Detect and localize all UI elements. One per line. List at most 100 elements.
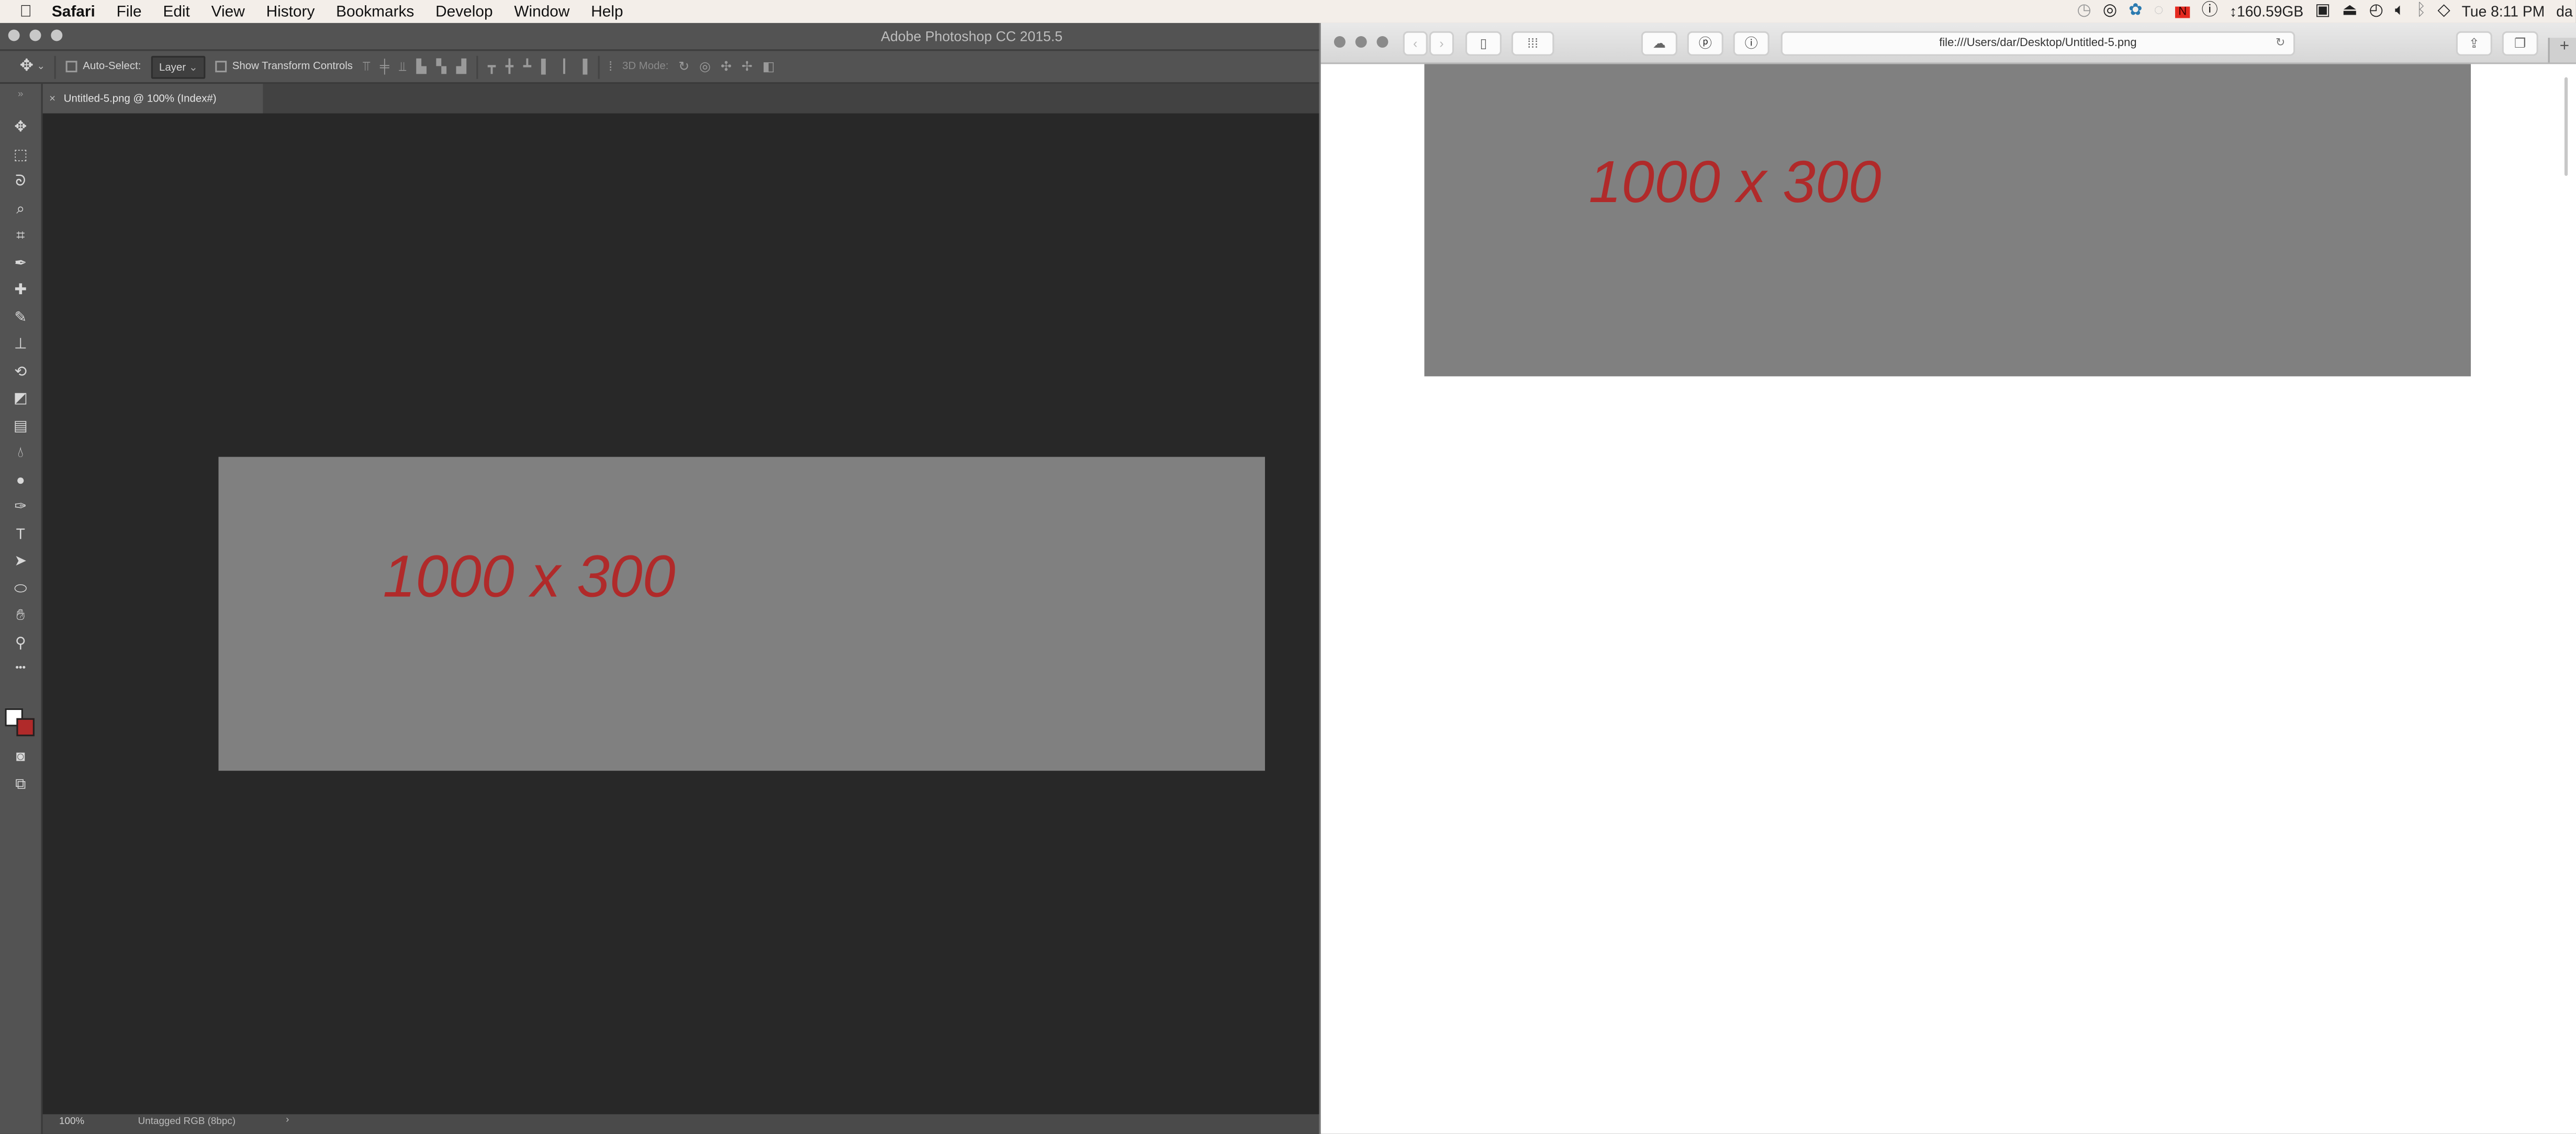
url-text: file:///Users/dar/Desktop/Untitled-5.png <box>1939 38 2137 50</box>
document-tab-title: Untitled-5.png @ 100% (Index#) <box>63 93 217 105</box>
align-right-icon[interactable]: ▟ <box>456 59 466 74</box>
zoom-window-button[interactable] <box>1376 36 1388 48</box>
red-app-icon[interactable]: N <box>2175 5 2190 17</box>
back-button[interactable]: ‹ <box>1403 31 1428 56</box>
time-machine-icon[interactable]: ◷ <box>2077 0 2091 23</box>
reload-icon[interactable]: ↻ <box>2276 33 2285 54</box>
move-tool-icon[interactable]: ✥ <box>20 58 33 76</box>
tabs-overview-icon[interactable]: ❐ <box>2502 31 2538 56</box>
menu-view[interactable]: View <box>211 3 245 21</box>
more-tool-icon[interactable]: ••• <box>0 658 41 681</box>
screen-mode-icon[interactable]: ⧉ <box>0 772 41 795</box>
minimize-window-button[interactable] <box>1355 36 1367 48</box>
close-tab-icon[interactable]: × <box>49 93 55 104</box>
airplay-icon[interactable]: ⏏ <box>2342 0 2358 23</box>
forward-button[interactable]: › <box>1429 31 1454 56</box>
address-bar[interactable]: file:///Users/dar/Desktop/Untitled-5.png… <box>1780 31 2295 56</box>
wifi-icon[interactable]: ◇ <box>2437 0 2450 23</box>
vertical-scrollbar[interactable] <box>2564 77 2568 176</box>
eraser-tool-icon[interactable]: ◩ <box>0 386 41 409</box>
zoom-tool-icon[interactable]: ⚲ <box>0 630 41 653</box>
menu-file[interactable]: File <box>117 3 142 21</box>
align-vcenter-icon[interactable]: ╪ <box>380 59 389 74</box>
blur-tool-icon[interactable]: 💧︎ <box>0 440 41 463</box>
volume-icon[interactable]: 🔈︎ <box>2395 0 2405 23</box>
menu-edit[interactable]: Edit <box>163 3 189 21</box>
top-sites-grid-icon[interactable]: ⁞⁞⁞ <box>1511 31 1554 56</box>
pen-tool-icon[interactable]: ✑ <box>0 495 41 518</box>
display-icon[interactable]: ▣ <box>2315 0 2331 23</box>
sync-icon[interactable]: ✿ <box>2129 0 2142 23</box>
menu-clock[interactable]: Tue 8:11 PM <box>2462 3 2545 19</box>
3d-slide-icon[interactable]: ✢ <box>742 59 753 74</box>
align-bottom-icon[interactable]: ⫫ <box>399 58 407 74</box>
info-icon[interactable]: ⓘ <box>2202 0 2218 23</box>
menu-develop[interactable]: Develop <box>435 3 492 21</box>
move-tool-icon[interactable]: ✥ <box>0 115 41 138</box>
disabled-app-icon[interactable]: ◌ <box>2154 0 2164 23</box>
gradient-tool-icon[interactable]: ▤ <box>0 413 41 436</box>
collapse-panel-icon[interactable]: » <box>0 84 41 107</box>
lasso-tool-icon[interactable]: ᘐ <box>0 169 41 192</box>
menu-app-safari[interactable]: Safari <box>52 3 95 21</box>
type-tool-icon[interactable]: T <box>0 522 41 545</box>
quick-mask-icon[interactable]: ◙ <box>0 744 41 768</box>
align-top-icon[interactable]: ⫪ <box>363 58 370 74</box>
disk-space-readout[interactable]: ↕160.59GB <box>2230 3 2303 19</box>
auto-align-icon[interactable]: ⁞ <box>609 59 612 74</box>
distribute-right-icon[interactable]: ▐ <box>578 59 588 74</box>
image-text: 1000 x 300 <box>1588 148 1881 216</box>
distribute-vcenter-icon[interactable]: ╋ <box>506 59 513 74</box>
dodge-tool-icon[interactable]: ● <box>0 468 41 491</box>
hand-tool-icon[interactable]: ✋︎ <box>0 603 41 626</box>
menu-window[interactable]: Window <box>514 3 569 21</box>
eyedropper-tool-icon[interactable]: ✒ <box>0 251 41 274</box>
distribute-left-icon[interactable]: ▌ <box>541 59 551 74</box>
pinterest-icon[interactable]: ⓟ <box>1687 31 1723 56</box>
share-icon[interactable]: ⇪ <box>2456 31 2492 56</box>
marquee-tool-icon[interactable]: ⬚ <box>0 142 41 165</box>
healing-tool-icon[interactable]: ✚ <box>0 277 41 301</box>
show-transform-controls-checkbox[interactable] <box>216 61 228 73</box>
3d-roll-icon[interactable]: ◎ <box>699 59 711 74</box>
zoom-level[interactable]: 100% <box>59 1118 84 1128</box>
stamp-tool-icon[interactable]: ⊥ <box>0 332 41 355</box>
web-content[interactable]: 1000 x 300 <box>1320 64 2576 1132</box>
menu-help[interactable]: Help <box>591 3 623 21</box>
path-select-tool-icon[interactable]: ➤ <box>0 549 41 572</box>
brush-tool-icon[interactable]: ✎ <box>0 305 41 328</box>
3d-rotate-icon[interactable]: ↻ <box>678 59 689 74</box>
align-left-icon[interactable]: ▙ <box>416 59 426 74</box>
crop-tool-icon[interactable]: ⌗ <box>0 224 41 247</box>
background-color-swatch[interactable] <box>16 718 35 737</box>
menu-bookmarks[interactable]: Bookmarks <box>336 3 414 21</box>
apple-icon[interactable]:  <box>20 3 32 21</box>
canvas-area[interactable]: 1000 x 300 <box>42 113 1319 1115</box>
ellipse-tool-icon[interactable]: ⬭ <box>0 576 41 599</box>
auto-select-dropdown[interactable]: Layer ⌄ <box>151 55 206 79</box>
bluetooth-icon[interactable]: ᛒ <box>2416 0 2426 23</box>
align-hcenter-icon[interactable]: ▚ <box>436 59 446 74</box>
status-menu-arrow[interactable]: › <box>286 1116 289 1126</box>
quick-select-tool-icon[interactable]: ⌕ <box>0 196 41 219</box>
tool-preset-chevron-icon[interactable]: ⌄ <box>37 61 45 72</box>
document-tab[interactable]: × Untitled-5.png @ 100% (Index#) <box>42 84 263 114</box>
clock-icon[interactable]: ◴ <box>2369 0 2383 23</box>
3d-scale-icon[interactable]: ◧ <box>763 59 775 74</box>
cloud-icon[interactable]: ☁ <box>1641 31 1677 56</box>
close-window-button[interactable] <box>1334 36 1346 48</box>
distribute-hcenter-icon[interactable]: ┃ <box>561 59 568 74</box>
3d-pan-icon[interactable]: ✣ <box>721 59 732 74</box>
auto-select-checkbox[interactable] <box>66 61 78 73</box>
user-menu[interactable]: da <box>2556 3 2572 19</box>
sidebar-toggle-icon[interactable]: ▯ <box>1465 31 1502 56</box>
new-tab-button[interactable]: + <box>2548 38 2576 63</box>
history-brush-tool-icon[interactable]: ⟲ <box>0 359 41 382</box>
distribute-bottom-icon[interactable]: ┻ <box>523 59 531 74</box>
distribute-top-icon[interactable]: ┳ <box>488 59 496 74</box>
creative-cloud-icon[interactable]: ◎ <box>2103 0 2117 23</box>
image-text: 1000 x 300 <box>383 542 676 610</box>
info-extension-icon[interactable]: ⓘ <box>1733 31 1769 56</box>
document-image[interactable]: 1000 x 300 <box>218 457 1265 771</box>
menu-history[interactable]: History <box>266 3 315 21</box>
